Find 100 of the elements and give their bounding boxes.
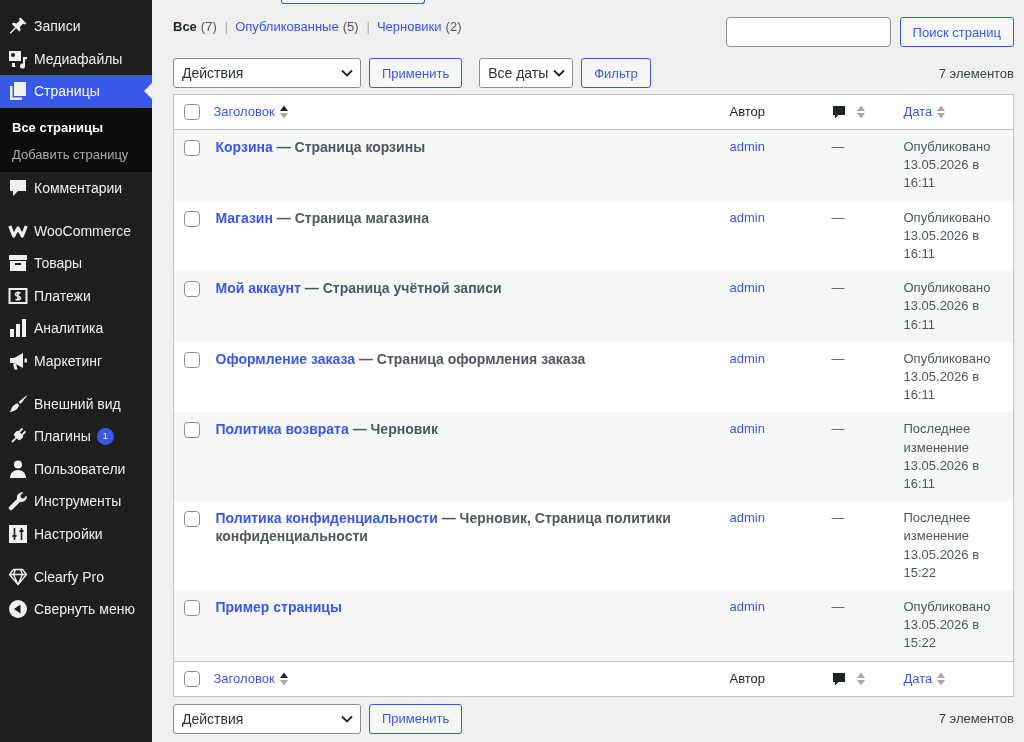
sidebar-item[interactable]: Аналитика [0,312,152,345]
select-all-checkbox[interactable] [184,670,200,687]
row-checkbox[interactable] [184,140,200,156]
page-title: Корзина — Страница корзины [215,138,426,157]
sort-arrows-icon[interactable] [279,671,288,686]
sort-arrows-icon[interactable] [279,105,288,119]
date-text: 13.05.2026 в 15:22 [903,545,981,582]
filter-count: (7) [200,18,217,36]
date-text: 13.05.2026 в 15:22 [903,616,981,653]
chevron-down-icon [553,69,566,77]
bulk-action-select[interactable]: Действия [173,703,361,734]
item-count: 7 элементов [938,711,1014,727]
collapse-menu-button[interactable]: Свернуть меню [0,593,152,625]
row-checkbox[interactable] [184,600,200,617]
page-title-link[interactable]: Пример страницы [215,599,342,616]
settings-icon [8,523,28,544]
author-link[interactable]: admin [729,139,765,154]
date-text: 13.05.2026 в 16:11 [903,368,981,405]
filter-link[interactable]: Черновики [376,18,442,36]
cut-off-button[interactable] [281,0,425,4]
sidebar-item[interactable]: Записи [0,10,152,43]
author-link[interactable]: admin [729,280,765,296]
column-header-link[interactable]: Заголовок [213,669,275,688]
column-header-link[interactable]: Заголовок [213,103,275,121]
comment-count: — [831,599,845,615]
sidebar-item[interactable]: Внешний вид [0,387,152,420]
date-text: 13.05.2026 в 16:11 [903,456,981,494]
submenu-item[interactable]: Все страницы [0,113,112,141]
search-button[interactable]: Поиск страниц [899,17,1014,47]
sidebar-item[interactable]: Маркетинг [0,344,152,377]
sidebar-item[interactable]: Товары [0,247,152,280]
sidebar-item[interactable]: Пользователи [0,452,152,485]
date-status: Опубликовано [903,349,991,368]
column-header: Автор [729,669,766,688]
row-checkbox[interactable] [184,281,200,298]
date-status: Последнее изменение [903,420,972,457]
row-checkbox[interactable] [184,351,200,368]
author-link[interactable]: admin [729,421,765,437]
filter-link[interactable]: Все [173,18,197,36]
sidebar-item[interactable]: Комментарии [0,171,152,204]
comment-count: — [831,510,845,526]
date-text: 13.05.2026 в 16:11 [903,156,981,193]
page-title-link[interactable]: Магазин [215,209,273,226]
column-header-link[interactable]: Дата [903,103,933,121]
search-field[interactable] [725,17,891,47]
comment-count: — [831,421,845,437]
author-link[interactable]: admin [729,510,765,526]
bar-chart-icon [8,318,28,339]
page-title-link[interactable]: Политика возврата [215,421,349,438]
chevron-down-icon [341,714,353,723]
date-text: 13.05.2026 в 16:11 [903,297,981,334]
apply-button[interactable]: Применить [369,58,463,88]
submenu-item[interactable]: Добавить страницу [0,140,137,168]
date-status: Опубликовано [903,138,991,156]
separator: | [224,18,229,36]
filter-button[interactable]: Фильтр [581,58,651,88]
date-text: 13.05.2026 в 16:11 [903,226,981,263]
author-link[interactable]: admin [729,209,765,225]
chevron-down-icon [341,69,353,77]
speech-bubble-icon [831,105,846,119]
count-badge: 1 [96,427,114,445]
row-checkbox[interactable] [184,511,200,528]
page-title: Политика возврата — Черновик [215,420,438,439]
author-link[interactable]: admin [729,599,765,615]
date-status: Опубликовано [903,598,991,617]
page-title: Магазин — Страница магазина [215,208,430,227]
page-title: Мой аккаунт — Страница учётной записи [215,279,502,298]
comment-count: — [831,139,845,154]
sidebar-item[interactable]: WooCommerce [0,214,152,247]
sidebar-item[interactable]: Clearfy Pro [0,560,152,593]
dollar-box-icon [8,285,28,306]
date-filter-select[interactable]: Все даты [479,58,574,88]
page-title-link[interactable]: Мой аккаунт [215,280,301,297]
apply-button[interactable]: Применить [369,703,463,734]
sidebar-item[interactable]: Инструменты [0,485,152,518]
speech-bubble-icon [831,671,846,686]
column-header-link[interactable]: Дата [903,669,933,688]
left-arrow-circle-icon [8,599,28,619]
sidebar-item[interactable]: Платежи [0,279,152,312]
row-checkbox[interactable] [184,210,200,227]
select-all-checkbox[interactable] [184,104,200,120]
image-note-icon [8,48,28,69]
sidebar-item[interactable]: Медиафайлы [0,42,152,75]
sidebar-item[interactable]: Страницы [0,75,152,108]
bulk-action-select[interactable]: Действия [173,58,361,88]
megaphone-icon [8,350,28,371]
filter-count: (2) [445,18,462,36]
filter-link[interactable]: Опубликованные [235,18,339,36]
sidebar-item[interactable]: Настройки [0,517,152,550]
author-link[interactable]: admin [729,350,765,366]
page-title-link[interactable]: Политика конфиденциальности [215,510,438,527]
archive-box-icon [8,253,28,274]
filter-count: (5) [342,18,359,36]
paintbrush-icon [8,393,28,414]
page-title-link[interactable]: Оформление заказа [215,350,356,367]
row-checkbox[interactable] [184,422,200,439]
date-status: Опубликовано [903,208,991,227]
sidebar-item[interactable]: Плагины 1 [0,420,152,453]
page-title-link[interactable]: Корзина [215,139,273,155]
diamond-icon [8,566,28,587]
